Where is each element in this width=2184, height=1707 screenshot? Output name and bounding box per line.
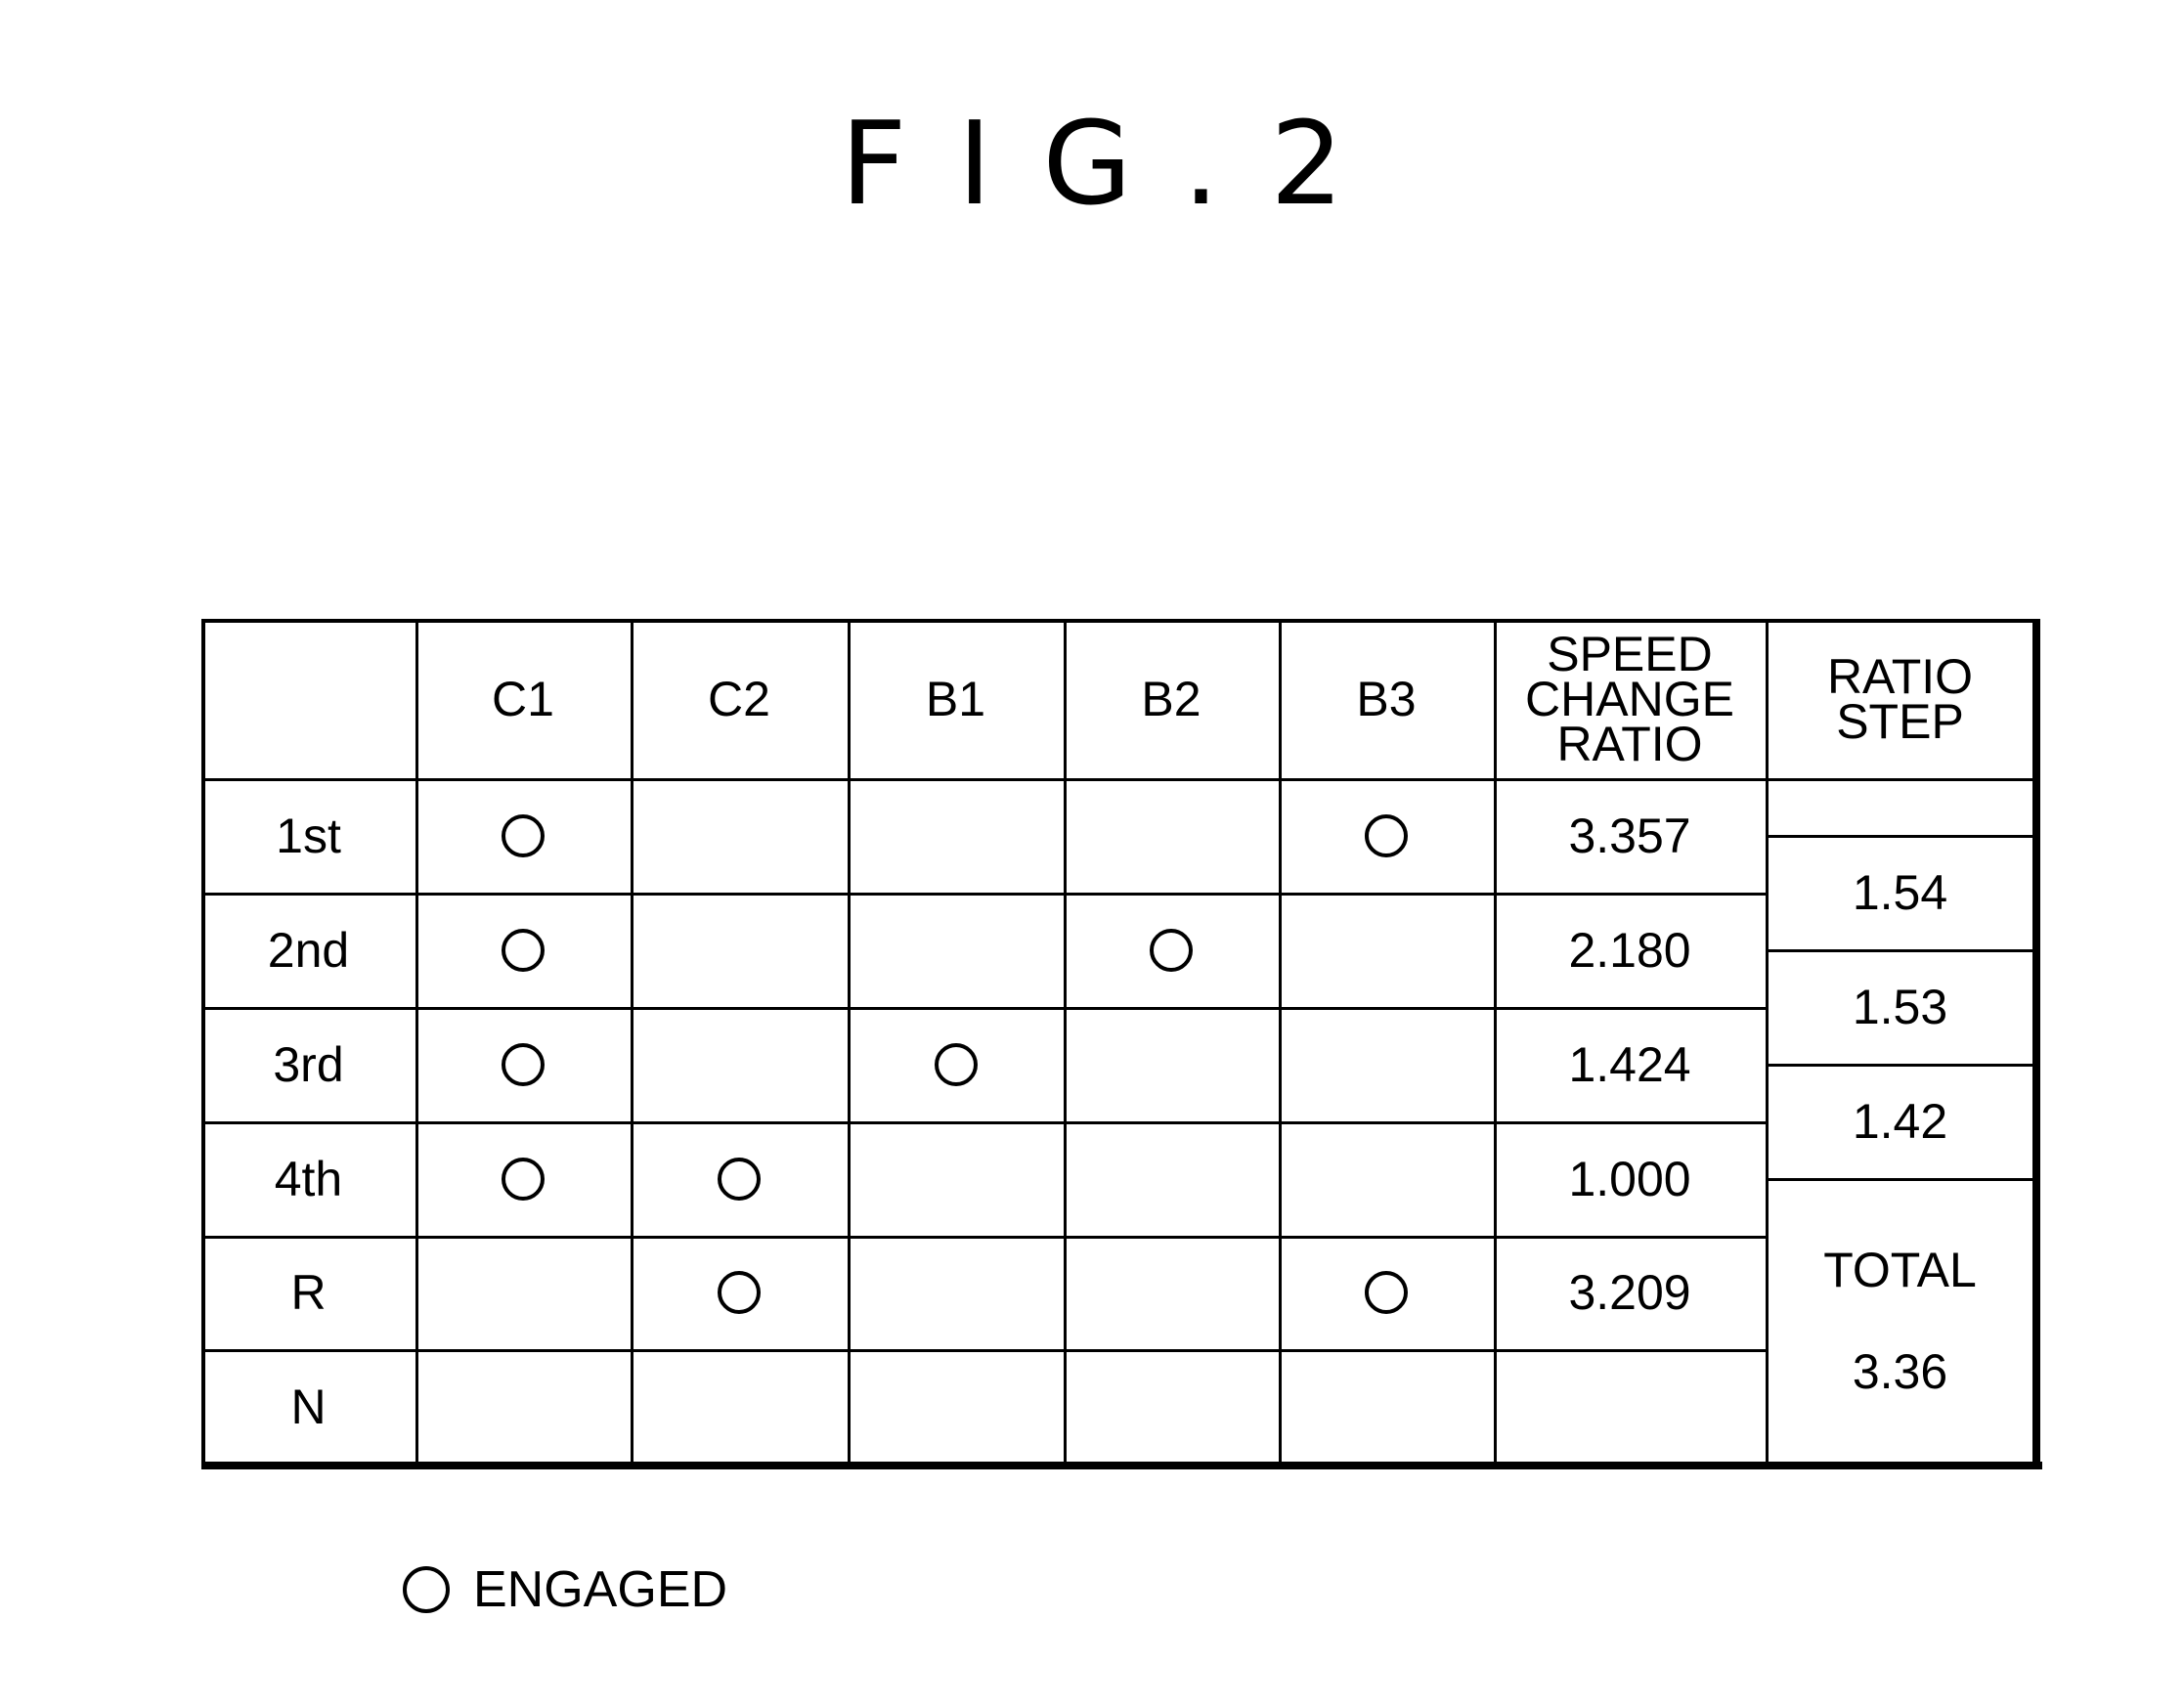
- engagement-cell-3rd-b2: [1064, 1007, 1279, 1121]
- column-header-c2: C2: [708, 671, 770, 726]
- row-label-r: R: [290, 1265, 327, 1320]
- engagement-cell-4th-c2: [631, 1121, 848, 1236]
- engaged-circle-icon: [502, 928, 545, 972]
- header-corner-cell: [201, 619, 415, 778]
- engagement-cell-1st-b3: [1279, 778, 1494, 893]
- speed-ratio-4th: 1.000: [1568, 1151, 1691, 1206]
- row-label-1st: 1st: [276, 808, 341, 863]
- engagement-cell-n-b3: [1279, 1349, 1494, 1464]
- speed-ratio-n: [1494, 1349, 1766, 1464]
- column-header-b1: B1: [925, 671, 986, 726]
- column-header-b2: B2: [1141, 671, 1201, 726]
- engaged-circle-icon: [718, 1271, 761, 1314]
- engaged-circle-icon: [1150, 928, 1193, 972]
- engagement-cell-r-b1: [848, 1236, 1064, 1349]
- speed-ratio-2nd: 2.180: [1568, 922, 1691, 978]
- ratio-step-value: 1.53: [1852, 979, 1948, 1034]
- speed-ratio-r: 3.209: [1568, 1265, 1691, 1320]
- engagement-cell-r-c2: [631, 1236, 848, 1349]
- engagement-cell-n-b2: [1064, 1349, 1279, 1464]
- column-header-ratio-step: RATIO STEP: [1766, 619, 2034, 778]
- engagement-cell-3rd-b3: [1279, 1007, 1494, 1121]
- engaged-circle-icon: [502, 1042, 545, 1086]
- column-header-c1: C1: [492, 671, 554, 726]
- total-label: TOTAL: [1823, 1243, 1977, 1297]
- engagement-cell-r-b2: [1064, 1236, 1279, 1349]
- engagement-cell-4th-b3: [1279, 1121, 1494, 1236]
- header-word: SPEED: [1547, 626, 1713, 681]
- header-word: STEP: [1836, 693, 1964, 749]
- row-label-n: N: [290, 1379, 327, 1434]
- engagement-cell-3rd-c1: [415, 1007, 631, 1121]
- column-header-speed-change-ratio: SPEED CHANGE RATIO: [1494, 619, 1766, 778]
- engaged-circle-icon: [403, 1566, 450, 1613]
- engaged-circle-icon: [718, 1157, 761, 1201]
- speed-ratio-1st: 3.357: [1568, 808, 1691, 863]
- engagement-cell-1st-c2: [631, 778, 848, 893]
- row-label-4th: 4th: [274, 1151, 343, 1206]
- engagement-cell-r-c1: [415, 1236, 631, 1349]
- ratio-step-value: 1.54: [1852, 864, 1948, 920]
- speed-ratio-3rd: 1.424: [1568, 1036, 1691, 1092]
- engagement-cell-1st-b2: [1064, 778, 1279, 893]
- engagement-cell-1st-c1: [415, 778, 631, 893]
- total-value: 3.36: [1852, 1344, 1948, 1399]
- row-label-3rd: 3rd: [273, 1036, 344, 1092]
- engaged-circle-icon: [1365, 813, 1408, 857]
- engagement-cell-4th-c1: [415, 1121, 631, 1236]
- engagement-cell-1st-b1: [848, 778, 1064, 893]
- engagement-cell-2nd-b3: [1279, 893, 1494, 1007]
- engagement-cell-3rd-b1: [848, 1007, 1064, 1121]
- engagement-cell-n-c2: [631, 1349, 848, 1464]
- engagement-cell-2nd-b1: [848, 893, 1064, 1007]
- header-word: CHANGE: [1525, 671, 1734, 726]
- engagement-cell-n-b1: [848, 1349, 1064, 1464]
- row-label-2nd: 2nd: [267, 922, 350, 978]
- ratio-step-divider: [1766, 778, 2034, 781]
- engagement-cell-2nd-c2: [631, 893, 848, 1007]
- header-word: RATIO: [1556, 716, 1703, 771]
- figure-title: FIG.2: [840, 96, 1395, 231]
- engagement-cell-4th-b2: [1064, 1121, 1279, 1236]
- ratio-step-total: TOTAL 3.36: [1766, 1178, 2034, 1464]
- engagement-cell-4th-b1: [848, 1121, 1064, 1236]
- engagement-cell-r-b3: [1279, 1236, 1494, 1349]
- engaged-circle-icon: [1365, 1271, 1408, 1314]
- engagement-cell-n-c1: [415, 1349, 631, 1464]
- engagement-cell-2nd-c1: [415, 893, 631, 1007]
- engagement-cell-2nd-b2: [1064, 893, 1279, 1007]
- engaged-circle-icon: [502, 1157, 545, 1201]
- legend: ENGAGED: [403, 1560, 727, 1619]
- engaged-circle-icon: [934, 1042, 978, 1086]
- engaged-circle-icon: [502, 813, 545, 857]
- column-header-b3: B3: [1356, 671, 1417, 726]
- engagement-cell-3rd-c2: [631, 1007, 848, 1121]
- ratio-step-value: 1.42: [1852, 1093, 1948, 1149]
- header-word: RATIO: [1826, 648, 1974, 704]
- legend-label: ENGAGED: [473, 1561, 728, 1618]
